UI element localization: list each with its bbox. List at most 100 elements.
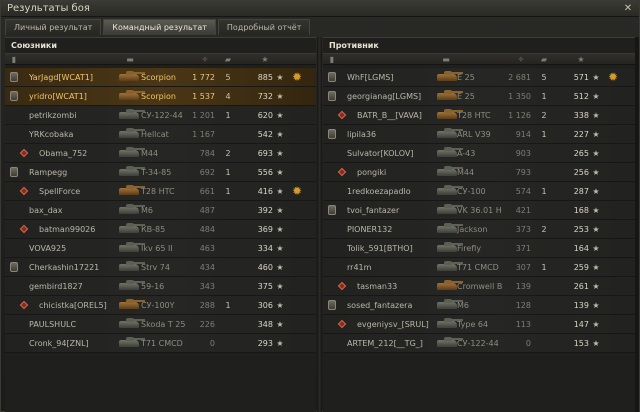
platoon-badge-icon <box>9 87 19 106</box>
player-row[interactable]: Sulvator[KOLOV] A-43 903 265 ★ <box>323 144 637 163</box>
player-row[interactable]: petrikzombi СУ-122-44 1 201 1 620 ★ <box>5 106 316 125</box>
player-row[interactable]: yridro[WCAT1] Scorpion 1 537 4 732 ★ <box>5 87 316 106</box>
kills-icon[interactable]: ▰ <box>221 54 235 65</box>
xp-star-icon[interactable]: ★ <box>571 54 591 65</box>
player-row[interactable]: lipila36 ARL V39 914 1 227 ★ <box>323 125 637 144</box>
platoon-icon[interactable]: ▮ <box>327 54 337 65</box>
player-row[interactable]: bax_dax M6 487 392 ★ <box>5 201 316 220</box>
xp-value: 512 <box>573 92 589 101</box>
player-row[interactable]: Obama_752 M44 784 2 693 ★ <box>5 144 316 163</box>
player-name: batman99026 <box>39 225 96 234</box>
player-row[interactable]: WhF[LGMS] E 25 2 681 5 571 ★ ✹ <box>323 68 637 87</box>
kills-icon[interactable]: ▰ <box>537 54 551 65</box>
tank-silhouette-icon <box>435 315 463 334</box>
platoon-badge-icon <box>327 296 337 315</box>
player-row[interactable]: ARTEM_212[__TG_] СУ-122-44 0 153 ★ <box>323 334 637 353</box>
player-row[interactable]: 1redkoezapadlo СУ-100 574 1 287 ★ <box>323 182 637 201</box>
tank-name: T28 HTC <box>457 111 491 120</box>
xp-value: 147 <box>573 320 589 329</box>
tank-silhouette-icon <box>435 182 463 201</box>
scrollbar[interactable] <box>635 37 639 412</box>
player-name: Sulvator[KOLOV] <box>347 149 414 158</box>
damage-value: 1 537 <box>192 92 215 101</box>
xp-value: 139 <box>573 301 589 310</box>
player-row[interactable]: BATR_B__[VAVA] T28 HTC 1 126 2 338 ★ <box>323 106 637 125</box>
tab-detailed-report[interactable]: Подробный отчёт <box>217 19 311 35</box>
player-name: SpellForce <box>39 187 81 196</box>
tab-personal-result[interactable]: Личный результат <box>5 19 102 35</box>
tank-silhouette-icon <box>435 144 463 163</box>
player-row[interactable]: Tolik_591[BTHO] Firefly 371 164 ★ <box>323 239 637 258</box>
tank-name: M6 <box>141 206 153 215</box>
player-row[interactable]: Cronk_94[ZNL] T71 CMCD 0 293 ★ <box>5 334 316 353</box>
tank-name: T71 CMCD <box>457 263 499 272</box>
player-row[interactable]: sosed_fantazera M6 128 139 ★ <box>323 296 637 315</box>
star-icon: ★ <box>276 187 284 196</box>
tab-team-result[interactable]: Командный результат <box>103 19 216 35</box>
damage-icon[interactable]: ✧ <box>511 54 531 65</box>
close-icon[interactable]: ✕ <box>622 3 634 14</box>
tank-name: Skoda T 25 <box>141 320 186 329</box>
player-name: yridro[WCAT1] <box>29 92 87 101</box>
squad-marker-icon <box>19 182 29 201</box>
player-row[interactable]: evgeniysv_[SRUL] Type 64 113 147 ★ <box>323 315 637 334</box>
tank-silhouette-icon <box>435 68 463 87</box>
damage-value: 914 <box>515 130 531 139</box>
player-row[interactable]: VOVA925 Ikv 65 II 463 334 ★ <box>5 239 316 258</box>
star-icon: ★ <box>276 301 284 310</box>
tank-icon[interactable]: ▬ <box>437 54 455 65</box>
tank-name: M6 <box>457 301 469 310</box>
medal-icon[interactable]: ✹ <box>290 68 304 87</box>
medal-icon[interactable]: ✹ <box>606 68 620 87</box>
player-name: BATR_B__[VAVA] <box>357 111 422 120</box>
tank-name: A-43 <box>457 149 476 158</box>
medal-icon[interactable]: ✹ <box>290 182 304 201</box>
star-icon: ★ <box>276 263 284 272</box>
player-row[interactable]: PAULSHULC Skoda T 25 226 348 ★ <box>5 315 316 334</box>
platoon-icon[interactable]: ▮ <box>9 54 19 65</box>
xp-star-icon[interactable]: ★ <box>255 54 275 65</box>
star-icon: ★ <box>592 320 600 329</box>
xp-value: 885 <box>257 73 273 82</box>
xp-value: 287 <box>573 187 589 196</box>
player-row[interactable]: tvoi_fantazer VK 36.01 H 421 168 ★ <box>323 201 637 220</box>
tank-silhouette-icon <box>117 125 145 144</box>
player-name: petrikzombi <box>29 111 77 120</box>
damage-value: 373 <box>515 225 531 234</box>
xp-value: 306 <box>257 301 273 310</box>
player-row[interactable]: chicistka[OREL5] СУ-100Y 288 1 306 ★ <box>5 296 316 315</box>
xp-value: 227 <box>573 130 589 139</box>
tank-icon[interactable]: ▬ <box>121 54 139 65</box>
tank-silhouette-icon <box>435 296 463 315</box>
tank-name: Firefly <box>457 244 482 253</box>
damage-value: 1 126 <box>508 111 531 120</box>
star-icon: ★ <box>592 206 600 215</box>
tank-silhouette-icon <box>117 334 145 353</box>
player-row[interactable]: batman99026 КВ-85 484 369 ★ <box>5 220 316 239</box>
xp-value: 620 <box>257 111 273 120</box>
damage-value: 434 <box>199 263 215 272</box>
player-row[interactable]: tasman33 Cromwell B 139 261 ★ <box>323 277 637 296</box>
damage-icon[interactable]: ✧ <box>195 54 215 65</box>
player-row[interactable]: Rampegg T-34-85 692 1 556 ★ <box>5 163 316 182</box>
star-icon: ★ <box>276 206 284 215</box>
kills-value: 1 <box>541 187 547 196</box>
player-row[interactable]: Cherkashin17221 Strv 74 434 460 ★ <box>5 258 316 277</box>
player-row[interactable]: pongiki M44 793 256 ★ <box>323 163 637 182</box>
player-row[interactable]: georgianag[LGMS] E 25 1 350 1 512 ★ <box>323 87 637 106</box>
player-row[interactable]: PIONER132 Jackson 373 2 253 ★ <box>323 220 637 239</box>
player-row[interactable]: gembird1827 59-16 343 375 ★ <box>5 277 316 296</box>
star-icon: ★ <box>276 111 284 120</box>
damage-value: 226 <box>199 320 215 329</box>
damage-value: 2 681 <box>508 73 531 82</box>
player-row[interactable]: rr41m T71 CMCD 307 1 259 ★ <box>323 258 637 277</box>
player-row[interactable]: YarJagd[WCAT1] Scorpion 1 772 5 885 ★ ✹ <box>5 68 316 87</box>
kills-value <box>537 201 551 220</box>
xp-value: 256 <box>573 168 589 177</box>
player-row[interactable]: SpellForce T28 HTC 661 1 416 ★ ✹ <box>5 182 316 201</box>
player-row[interactable]: YRKcobaka Hellcat 1 167 542 ★ <box>5 125 316 144</box>
tank-name: Type 64 <box>457 320 489 329</box>
tank-silhouette-icon <box>435 239 463 258</box>
platoon-badge-icon <box>327 87 337 106</box>
xp-value: 556 <box>257 168 273 177</box>
